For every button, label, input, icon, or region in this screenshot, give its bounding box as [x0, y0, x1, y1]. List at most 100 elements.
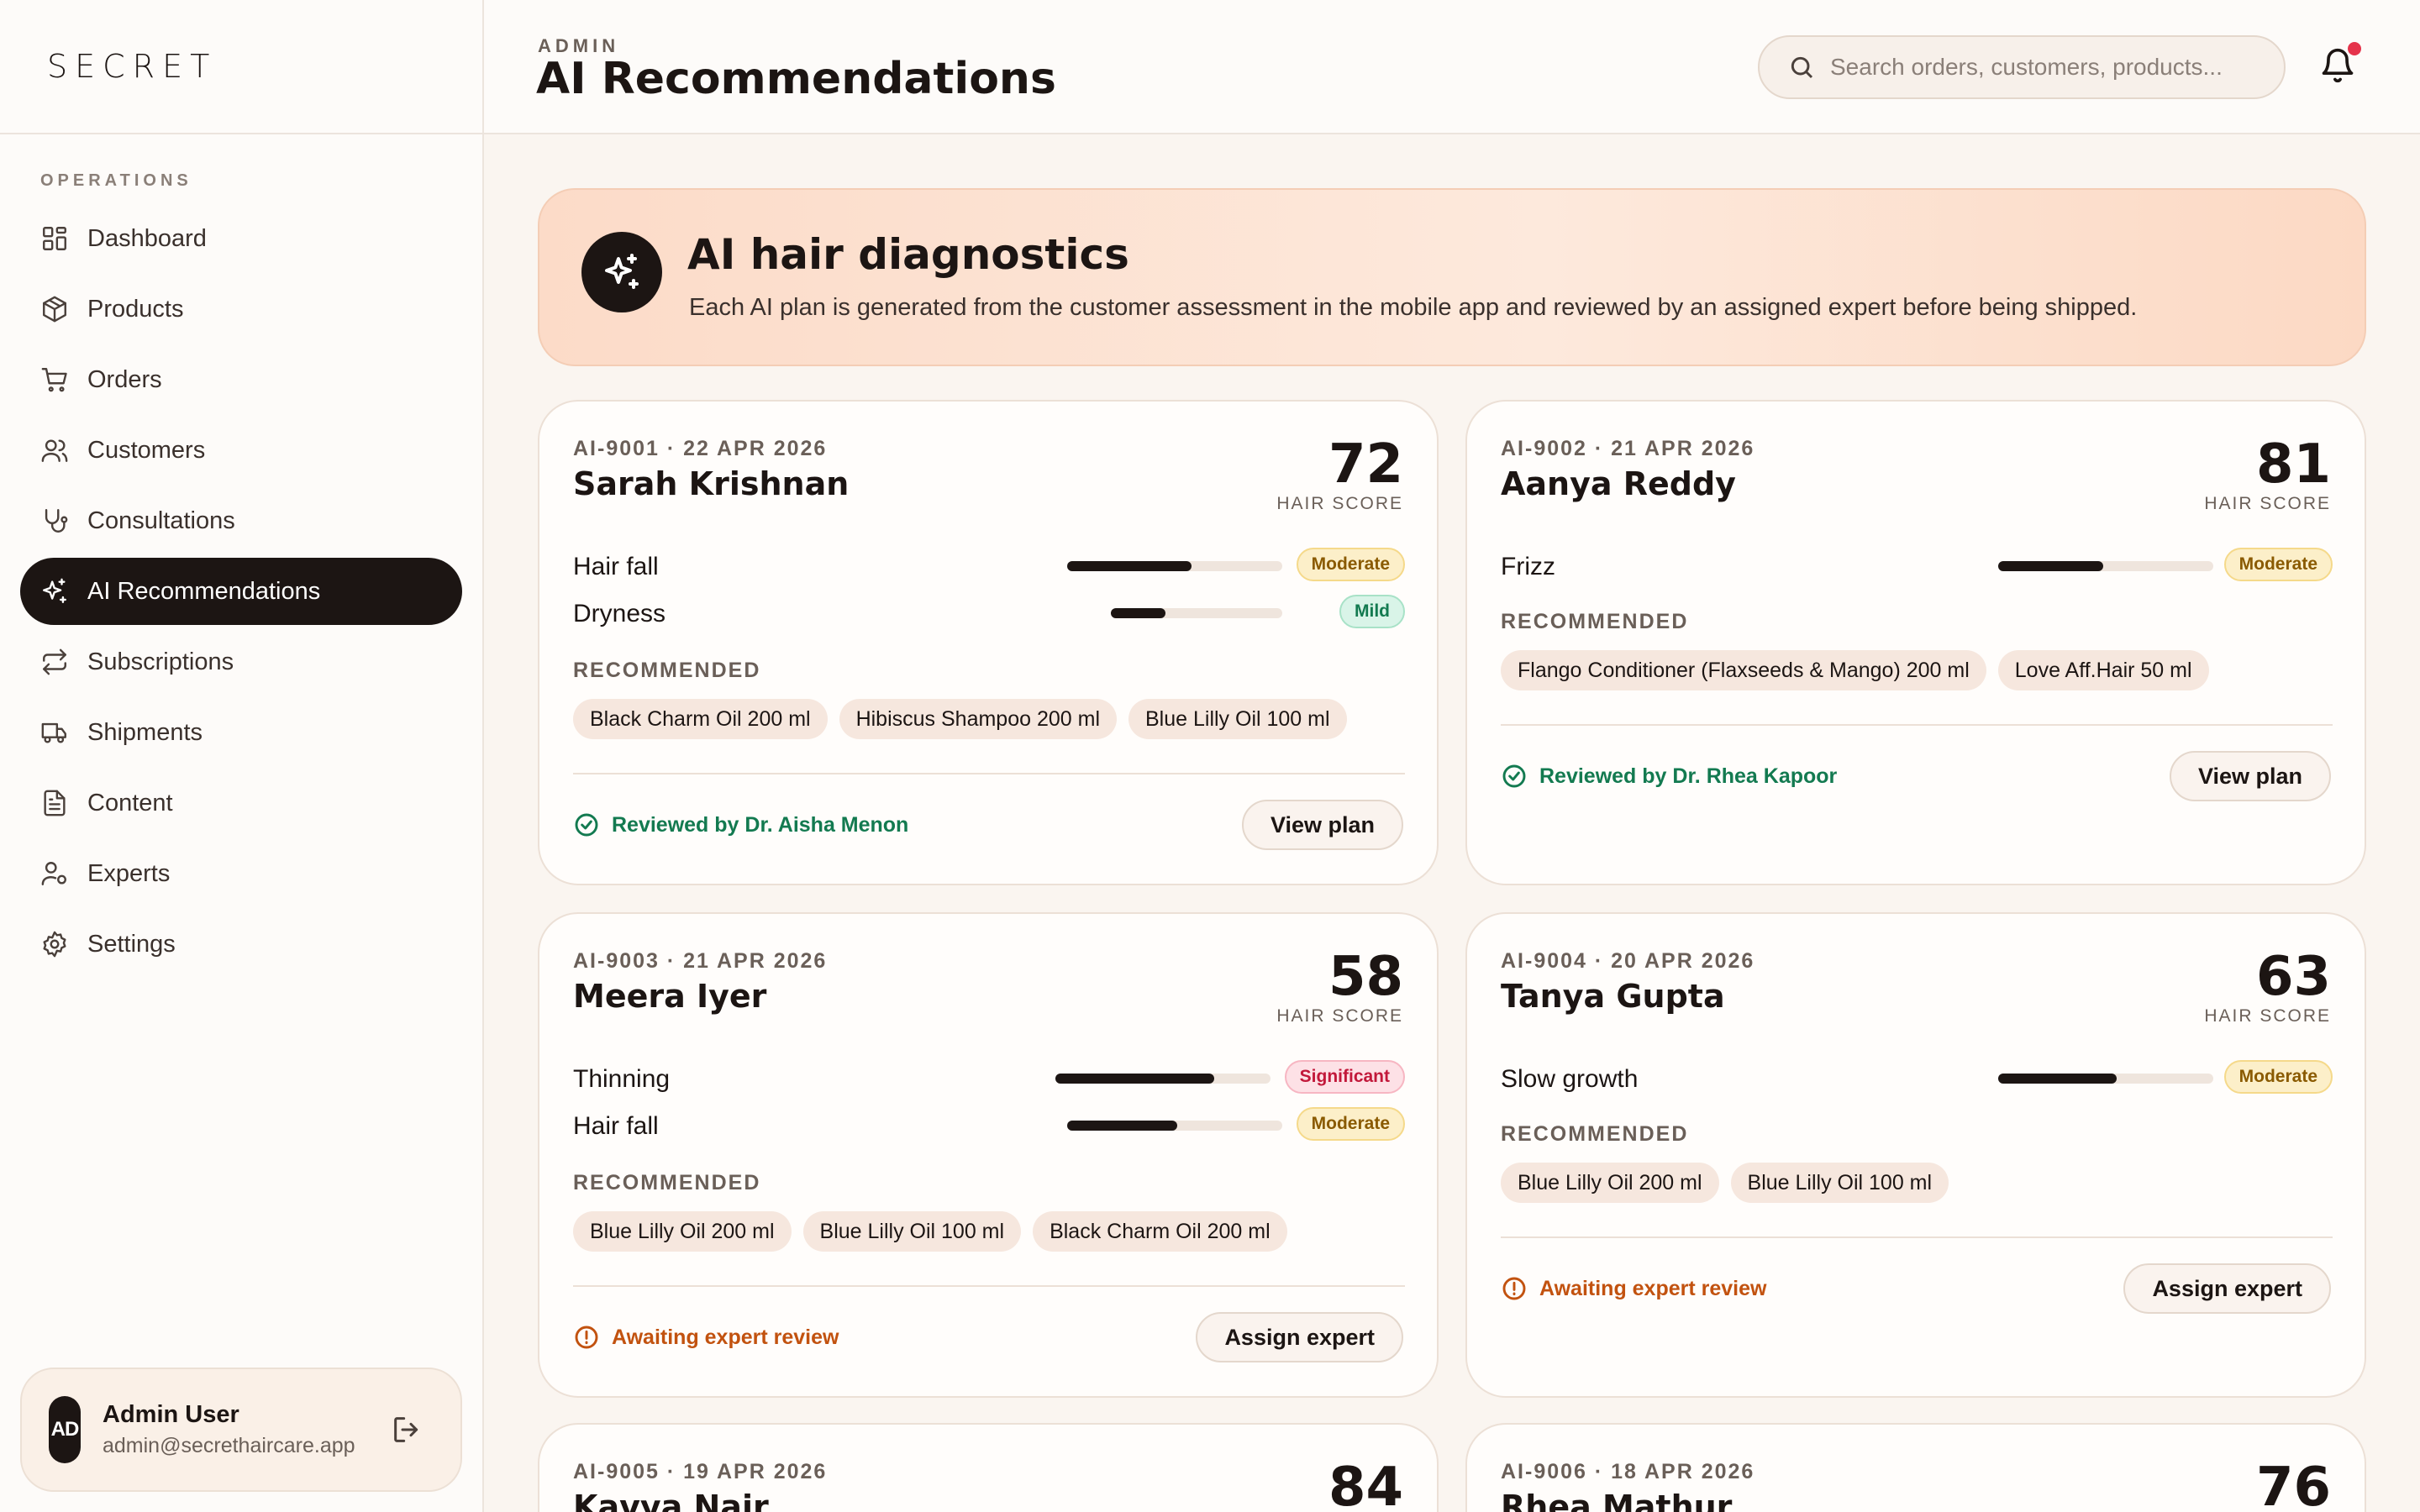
- stethoscope-icon: [45, 509, 68, 533]
- gear-icon: [43, 931, 66, 958]
- brand-logo[interactable]: SECRET: [47, 48, 217, 85]
- severity-bar: [1998, 1074, 2213, 1084]
- assign-expert-button[interactable]: Assign expert: [1196, 1312, 1403, 1362]
- search-icon: [1791, 56, 1813, 79]
- product-chip[interactable]: Flango Conditioner (Flaxseeds & Mango) 2…: [1501, 650, 1986, 690]
- avatar[interactable]: AD: [49, 1396, 81, 1463]
- sidebar-item-content[interactable]: Content: [20, 769, 462, 837]
- severity-badge: Significant: [1284, 1060, 1405, 1094]
- hair-score: 76: [2255, 1457, 2331, 1512]
- notification-dot: [2348, 42, 2361, 55]
- sidebar-item-label: Dashboard: [87, 224, 207, 252]
- alert-circle-icon: [1502, 1277, 1526, 1300]
- document-icon: [44, 790, 66, 816]
- severity-bar: [1111, 608, 1282, 618]
- product-chips: Flango Conditioner (Flaxseeds & Mango) 2…: [1501, 650, 2209, 690]
- alert-circle-icon: [575, 1326, 598, 1349]
- check-circle-icon: [1502, 764, 1526, 788]
- sidebar-item-label: Subscriptions: [87, 648, 234, 675]
- repeat-icon: [43, 648, 66, 675]
- review-status: Awaiting expert review: [1501, 1275, 1766, 1302]
- card-meta: AI-9002 · 21 APR 2026: [1501, 437, 1755, 460]
- sidebar-item-label: Products: [87, 295, 184, 323]
- product-chip[interactable]: Blue Lilly Oil 100 ml: [802, 1211, 1022, 1252]
- product-chip[interactable]: Love Aff.Hair 50 ml: [1997, 650, 2209, 690]
- concern-row: Hair fall Moderate: [573, 548, 1405, 585]
- customer-name: Sarah Krishnan: [573, 465, 850, 502]
- sidebar-item-dashboard[interactable]: Dashboard: [20, 205, 462, 272]
- logout-icon[interactable]: [390, 1413, 424, 1446]
- card-meta: AI-9003 · 21 APR 2026: [573, 949, 828, 973]
- sidebar-item-label: Content: [87, 789, 173, 816]
- hair-score: 58: [1328, 946, 1403, 1008]
- product-chips: Blue Lilly Oil 200 ml Blue Lilly Oil 100…: [573, 1211, 1287, 1252]
- product-chip[interactable]: Blue Lilly Oil 200 ml: [573, 1211, 792, 1252]
- card-meta: AI-9006 · 18 APR 2026: [1501, 1460, 1755, 1483]
- product-chip[interactable]: Hibiscus Shampoo 200 ml: [839, 699, 1117, 739]
- sidebar-item-label: Shipments: [87, 718, 203, 746]
- concern-row: Frizz Moderate: [1501, 548, 2333, 585]
- notifications-button[interactable]: [2319, 42, 2361, 84]
- severity-badge: Moderate: [2223, 548, 2333, 581]
- banner-icon: [581, 232, 662, 312]
- customer-name: Rhea Mathur: [1501, 1488, 1733, 1512]
- assign-expert-button[interactable]: Assign expert: [2123, 1263, 2331, 1314]
- product-chip[interactable]: Blue Lilly Oil 200 ml: [1501, 1163, 1719, 1203]
- user-name: Admin User: [103, 1401, 239, 1428]
- sidebar-item-subscriptions[interactable]: Subscriptions: [20, 628, 462, 696]
- concern-name: Thinning: [573, 1065, 671, 1093]
- truck-icon: [41, 722, 66, 743]
- banner-description: Each AI plan is generated from the custo…: [689, 294, 2138, 321]
- customer-name: Meera Iyer: [573, 978, 767, 1015]
- sidebar-item-label: Settings: [87, 930, 176, 958]
- severity-badge: Moderate: [1296, 1107, 1405, 1141]
- search-input[interactable]: [1830, 54, 2267, 81]
- severity-bar: [1067, 561, 1282, 571]
- sidebar-item-orders[interactable]: Orders: [20, 346, 462, 413]
- product-chip[interactable]: Blue Lilly Oil 100 ml: [1730, 1163, 1949, 1203]
- sidebar-item-label: Customers: [87, 436, 206, 464]
- card-meta: AI-9005 · 19 APR 2026: [573, 1460, 828, 1483]
- sidebar-item-products[interactable]: Products: [20, 276, 462, 343]
- severity-bar-fill: [1998, 1074, 2117, 1084]
- product-chips: Black Charm Oil 200 ml Hibiscus Shampoo …: [573, 699, 1347, 739]
- severity-bar: [1998, 561, 2213, 571]
- sidebar-item-label: AI Recommendations: [87, 577, 321, 605]
- view-plan-button[interactable]: View plan: [2169, 751, 2331, 801]
- product-chip[interactable]: Blue Lilly Oil 100 ml: [1128, 699, 1347, 739]
- recommended-label: RECOMMENDED: [573, 659, 761, 682]
- users-icon: [41, 439, 68, 462]
- package-icon: [43, 296, 66, 323]
- sparkles-icon: [605, 254, 639, 289]
- view-plan-button[interactable]: View plan: [1241, 800, 1403, 850]
- product-chip[interactable]: Black Charm Oil 200 ml: [573, 699, 828, 739]
- check-circle-icon: [575, 813, 598, 837]
- page-title: AI Recommendations: [536, 54, 1056, 104]
- review-status-text: Awaiting expert review: [612, 1325, 839, 1349]
- recommendation-card: AI-9002 · 21 APR 2026 Aanya Reddy 81 HAI…: [1465, 400, 2366, 885]
- sidebar-item-label: Experts: [87, 859, 171, 887]
- ai-diagnostics-banner: AI hair diagnostics Each AI plan is gene…: [538, 188, 2366, 366]
- sidebar-item-ai-recommendations[interactable]: AI Recommendations: [20, 558, 462, 625]
- sidebar-item-consultations[interactable]: Consultations: [20, 487, 462, 554]
- sidebar-item-shipments[interactable]: Shipments: [20, 699, 462, 766]
- sidebar-item-settings[interactable]: Settings: [20, 911, 462, 978]
- recommendation-card: AI-9005 · 19 APR 2026 Kavya Nair 84: [538, 1423, 1439, 1512]
- recommended-label: RECOMMENDED: [1501, 610, 1689, 633]
- customer-name: Tanya Gupta: [1501, 978, 1725, 1015]
- card-meta: AI-9001 · 22 APR 2026: [573, 437, 828, 460]
- hair-score: 81: [2255, 433, 2331, 496]
- sidebar-item-experts[interactable]: Experts: [20, 840, 462, 907]
- recommended-label: RECOMMENDED: [1501, 1122, 1689, 1146]
- severity-bar-fill: [1067, 1121, 1177, 1131]
- severity-badge: Moderate: [2223, 1060, 2333, 1094]
- product-chip[interactable]: Black Charm Oil 200 ml: [1033, 1211, 1287, 1252]
- review-status-text: Awaiting expert review: [1539, 1276, 1767, 1300]
- card-divider: [573, 773, 1405, 774]
- sidebar-item-customers[interactable]: Customers: [20, 417, 462, 484]
- severity-bar: [1055, 1074, 1270, 1084]
- hair-score-label: HAIR SCORE: [1276, 494, 1403, 513]
- concern-name: Slow growth: [1501, 1065, 1639, 1093]
- sidebar-nav: Dashboard Products Orders Customers Cons…: [20, 205, 462, 981]
- recommendation-card: AI-9001 · 22 APR 2026 Sarah Krishnan 72 …: [538, 400, 1439, 885]
